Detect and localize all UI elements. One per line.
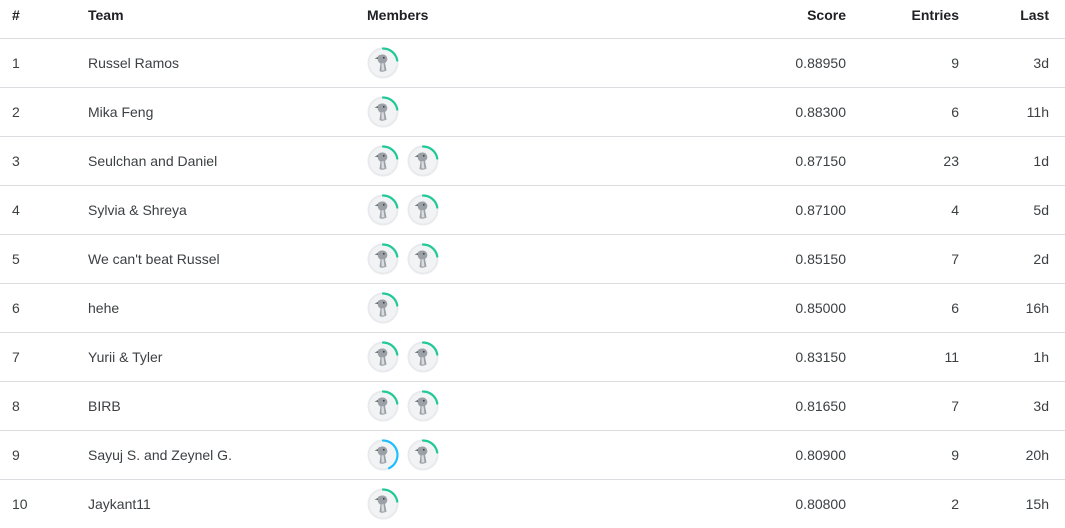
rank-cell: 8 (12, 398, 20, 414)
members-cell (367, 439, 439, 471)
rank-cell: 9 (12, 447, 20, 463)
rank-cell: 2 (12, 104, 20, 120)
members-cell (367, 243, 439, 275)
members-cell (367, 341, 439, 373)
entries-cell: 23 (943, 153, 959, 169)
rank-cell: 3 (12, 153, 20, 169)
score-cell: 0.80900 (795, 447, 846, 463)
entries-cell: 4 (951, 202, 959, 218)
last-submission-cell: 20h (1025, 447, 1049, 463)
leaderboard-rows: 1 Russel Ramos 0.88950 9 3d 2 Mika Feng 0.88300… (0, 39, 1065, 528)
member-avatar-icon[interactable] (407, 243, 439, 275)
table-row[interactable]: 10 Jaykant11 0.80800 2 15h (0, 480, 1065, 528)
entries-cell: 7 (951, 398, 959, 414)
members-cell (367, 292, 399, 324)
member-avatar-icon[interactable] (367, 243, 399, 275)
score-cell: 0.81650 (795, 398, 846, 414)
member-avatar-icon[interactable] (367, 439, 399, 471)
table-row[interactable]: 6 hehe 0.85000 6 16h (0, 284, 1065, 333)
header-last[interactable]: Last (1020, 7, 1049, 23)
entries-cell: 6 (951, 300, 959, 316)
team-name[interactable]: Jaykant11 (88, 496, 151, 512)
rank-cell: 4 (12, 202, 20, 218)
header-rank[interactable]: # (12, 7, 20, 23)
last-submission-cell: 3d (1033, 398, 1049, 414)
score-cell: 0.88300 (795, 104, 846, 120)
header-score[interactable]: Score (807, 7, 846, 23)
members-cell (367, 488, 399, 520)
entries-cell: 6 (951, 104, 959, 120)
team-name[interactable]: We can't beat Russel (88, 251, 220, 267)
members-cell (367, 47, 399, 79)
score-cell: 0.87100 (795, 202, 846, 218)
entries-cell: 9 (951, 447, 959, 463)
header-team[interactable]: Team (88, 7, 124, 23)
table-row[interactable]: 4 Sylvia & Shreya 0.87100 4 5d (0, 186, 1065, 235)
team-name[interactable]: hehe (88, 300, 119, 316)
members-cell (367, 96, 399, 128)
member-avatar-icon[interactable] (407, 390, 439, 422)
last-submission-cell: 1d (1033, 153, 1049, 169)
score-cell: 0.85150 (795, 251, 846, 267)
table-row[interactable]: 2 Mika Feng 0.88300 6 11h (0, 88, 1065, 137)
entries-cell: 7 (951, 251, 959, 267)
score-cell: 0.88950 (795, 55, 846, 71)
rank-cell: 7 (12, 349, 20, 365)
member-avatar-icon[interactable] (367, 488, 399, 520)
table-row[interactable]: 9 Sayuj S. and Zeynel G. 0.80900 9 20h (0, 431, 1065, 480)
rank-cell: 5 (12, 251, 20, 267)
last-submission-cell: 16h (1025, 300, 1049, 316)
last-submission-cell: 2d (1033, 251, 1049, 267)
rank-cell: 10 (12, 496, 28, 512)
leaderboard-header: # Team Members Score Entries Last (0, 0, 1065, 39)
entries-cell: 11 (944, 349, 959, 365)
score-cell: 0.80800 (795, 496, 846, 512)
members-cell (367, 145, 439, 177)
table-row[interactable]: 1 Russel Ramos 0.88950 9 3d (0, 39, 1065, 88)
member-avatar-icon[interactable] (367, 341, 399, 373)
last-submission-cell: 5d (1033, 202, 1049, 218)
header-entries[interactable]: Entries (912, 7, 959, 23)
table-row[interactable]: 5 We can't beat Russel 0.85150 7 2d (0, 235, 1065, 284)
member-avatar-icon[interactable] (407, 145, 439, 177)
team-name[interactable]: Seulchan and Daniel (88, 153, 217, 169)
team-name[interactable]: Mika Feng (88, 104, 153, 120)
leaderboard-table: # Team Members Score Entries Last 1 Russe… (0, 0, 1065, 528)
member-avatar-icon[interactable] (407, 439, 439, 471)
member-avatar-icon[interactable] (367, 292, 399, 324)
header-members: Members (367, 7, 429, 23)
last-submission-cell: 15h (1025, 496, 1049, 512)
member-avatar-icon[interactable] (367, 390, 399, 422)
last-submission-cell: 3d (1033, 55, 1049, 71)
team-name[interactable]: Sayuj S. and Zeynel G. (88, 447, 232, 463)
table-row[interactable]: 7 Yurii & Tyler 0.83150 11 1h (0, 333, 1065, 382)
last-submission-cell: 1h (1033, 349, 1049, 365)
last-submission-cell: 11h (1026, 104, 1049, 120)
table-row[interactable]: 8 BIRB 0.81650 7 3d (0, 382, 1065, 431)
member-avatar-icon[interactable] (407, 341, 439, 373)
member-avatar-icon[interactable] (367, 145, 399, 177)
entries-cell: 2 (951, 496, 959, 512)
members-cell (367, 194, 439, 226)
table-row[interactable]: 3 Seulchan and Daniel 0.87150 23 1d (0, 137, 1065, 186)
member-avatar-icon[interactable] (367, 96, 399, 128)
score-cell: 0.83150 (795, 349, 846, 365)
team-name[interactable]: Sylvia & Shreya (88, 202, 187, 218)
rank-cell: 6 (12, 300, 20, 316)
score-cell: 0.85000 (795, 300, 846, 316)
team-name[interactable]: BIRB (88, 398, 121, 414)
team-name[interactable]: Yurii & Tyler (88, 349, 162, 365)
score-cell: 0.87150 (795, 153, 846, 169)
team-name[interactable]: Russel Ramos (88, 55, 179, 71)
member-avatar-icon[interactable] (407, 194, 439, 226)
entries-cell: 9 (951, 55, 959, 71)
rank-cell: 1 (12, 55, 20, 71)
member-avatar-icon[interactable] (367, 47, 399, 79)
member-avatar-icon[interactable] (367, 194, 399, 226)
members-cell (367, 390, 439, 422)
